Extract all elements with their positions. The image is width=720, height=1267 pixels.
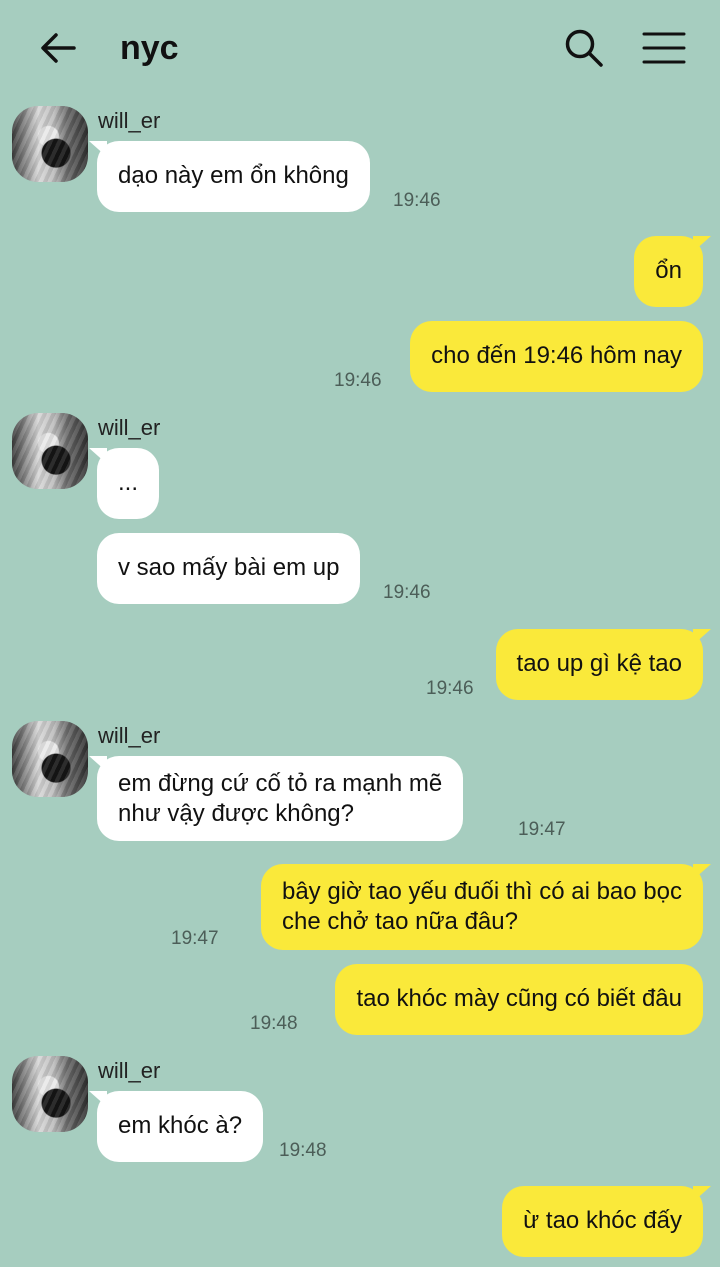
search-icon [565, 29, 603, 67]
message-text: tao khóc mày cũng có biết đâu [356, 985, 682, 1012]
arrow-left-icon [41, 33, 76, 63]
message-bubble-incoming[interactable]: em đừng cứ cố tỏ ra mạnh mẽ như vậy được… [88, 756, 464, 841]
menu-button[interactable] [640, 26, 688, 70]
message-text: cho đến 19:46 hôm nay [431, 342, 682, 369]
avatar[interactable] [12, 721, 88, 797]
chat-header: nyc [0, 0, 720, 96]
chat-title: nyc [120, 29, 179, 67]
message-text: ừ tao khóc đấy [523, 1207, 682, 1234]
message-text: em khóc à? [118, 1112, 243, 1139]
message-text: tao up gì kệ tao [516, 650, 682, 677]
message-time: 19:46 [383, 582, 431, 603]
avatar[interactable] [12, 106, 88, 182]
message-time: 19:48 [279, 1140, 327, 1161]
sender-name: will_er [98, 108, 161, 133]
message-time: 19:47 [171, 928, 219, 949]
message-time: 19:46 [393, 190, 441, 211]
message-bubble-incoming[interactable]: ... [88, 448, 160, 519]
message-time: 19:48 [250, 1013, 298, 1034]
search-button[interactable] [562, 26, 606, 70]
avatar[interactable] [12, 1056, 88, 1132]
message-text: ổn [655, 257, 682, 284]
message-bubble-outgoing[interactable]: ừ tao khóc đấy [502, 1186, 711, 1257]
message-bubble-incoming[interactable]: dạo này em ổn không [89, 141, 370, 212]
message-bubble-incoming[interactable]: em khóc à? [88, 1091, 264, 1162]
avatar[interactable] [12, 413, 88, 489]
hamburger-menu-icon [642, 32, 686, 64]
message-text-line: che chở tao nữa đâu? [281, 908, 518, 935]
message-time: 19:46 [334, 370, 382, 391]
sender-name: will_er [98, 723, 161, 748]
message-bubble-outgoing[interactable]: tao up gì kệ tao [495, 629, 712, 700]
message-bubble-outgoing[interactable]: bây giờ tao yếu đuối thì có ai bao bọc c… [260, 864, 712, 950]
message-text: ... [118, 469, 139, 496]
message-bubble-outgoing[interactable]: tao khóc mày cũng có biết đâu [335, 964, 703, 1035]
message-time: 19:47 [518, 819, 566, 840]
message-bubble-outgoing[interactable]: cho đến 19:46 hôm nay [410, 321, 703, 392]
back-button[interactable] [36, 26, 80, 70]
message-bubble-outgoing[interactable]: ổn [634, 236, 711, 307]
sender-name: will_er [98, 1058, 161, 1083]
message-time: 19:46 [426, 678, 474, 699]
message-text: dạo này em ổn không [118, 162, 349, 189]
message-text-line: như vậy được không? [118, 800, 355, 827]
message-text-line: bây giờ tao yếu đuối thì có ai bao bọc [281, 878, 682, 905]
message-bubble-incoming[interactable]: v sao mấy bài em up [97, 533, 361, 604]
message-text-line: em đừng cứ cố tỏ ra mạnh mẽ [118, 770, 443, 797]
message-text: v sao mấy bài em up [118, 554, 340, 581]
sender-name: will_er [98, 415, 161, 440]
